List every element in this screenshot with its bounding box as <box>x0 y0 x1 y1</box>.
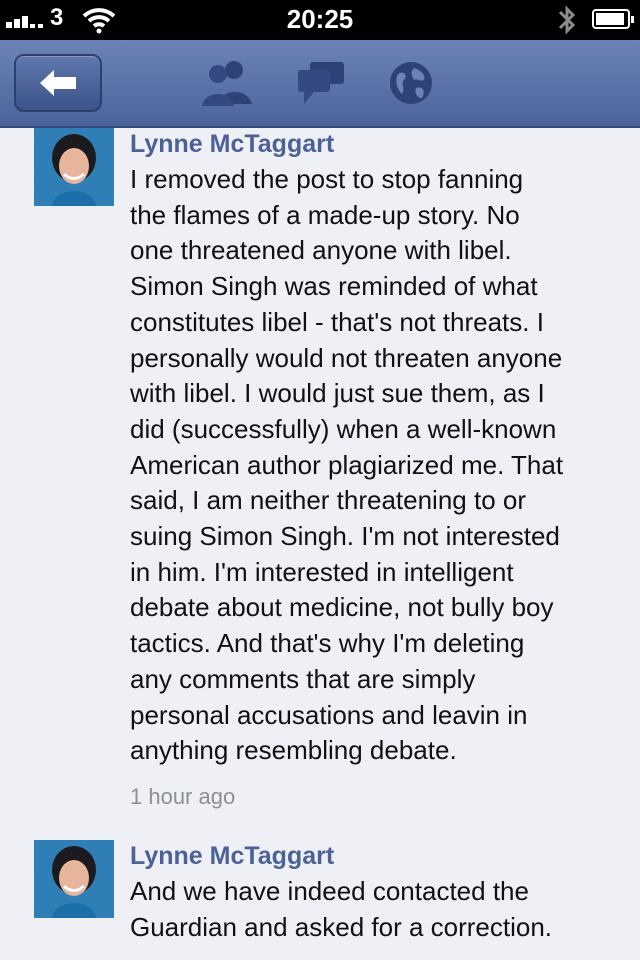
clock: 20:25 <box>286 4 354 34</box>
back-arrow-icon <box>40 70 76 96</box>
comment-timestamp: 1 hour ago <box>130 784 236 809</box>
comment-author[interactable]: Lynne McTaggart <box>130 842 334 871</box>
back-button[interactable] <box>14 54 102 112</box>
avatar[interactable] <box>34 128 114 206</box>
status-bar: 3 20:25 <box>0 0 640 40</box>
comment-text: I removed the post to stop fanning the f… <box>130 164 564 766</box>
comment-author[interactable]: Lynne McTaggart <box>130 130 334 159</box>
avatar[interactable] <box>34 840 114 918</box>
navigation-bar <box>0 40 640 128</box>
bluetooth-icon <box>556 3 578 42</box>
battery-icon <box>592 9 634 29</box>
comment-text: And we have indeed contacted the Guardia… <box>130 876 553 942</box>
messages-icon[interactable] <box>296 60 346 111</box>
friends-icon[interactable] <box>200 60 254 111</box>
notifications-globe-icon[interactable] <box>388 60 434 111</box>
